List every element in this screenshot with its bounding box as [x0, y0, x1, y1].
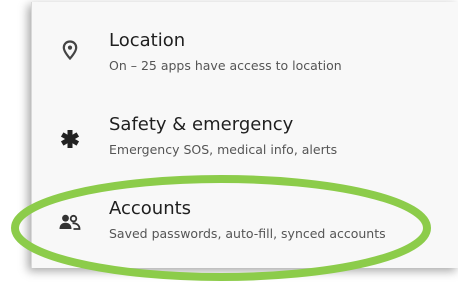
asterisk-icon — [58, 127, 82, 151]
settings-item-safety-emergency[interactable]: Safety & emergency Emergency SOS, medica… — [32, 98, 458, 182]
settings-item-subtitle: On – 25 apps have access to location — [109, 58, 342, 73]
settings-panel: Location On – 25 apps have access to loc… — [31, 2, 458, 268]
accounts-icon — [58, 210, 82, 234]
settings-item-location[interactable]: Location On – 25 apps have access to loc… — [32, 18, 458, 102]
location-pin-icon — [58, 38, 82, 62]
settings-item-subtitle: Emergency SOS, medical info, alerts — [109, 142, 338, 157]
settings-item-accounts[interactable]: Accounts Saved passwords, auto-fill, syn… — [32, 186, 458, 270]
settings-item-title: Location — [109, 30, 186, 51]
settings-item-title: Accounts — [109, 198, 192, 219]
settings-item-subtitle: Saved passwords, auto-fill, synced accou… — [109, 226, 386, 241]
settings-item-title: Safety & emergency — [109, 114, 294, 135]
